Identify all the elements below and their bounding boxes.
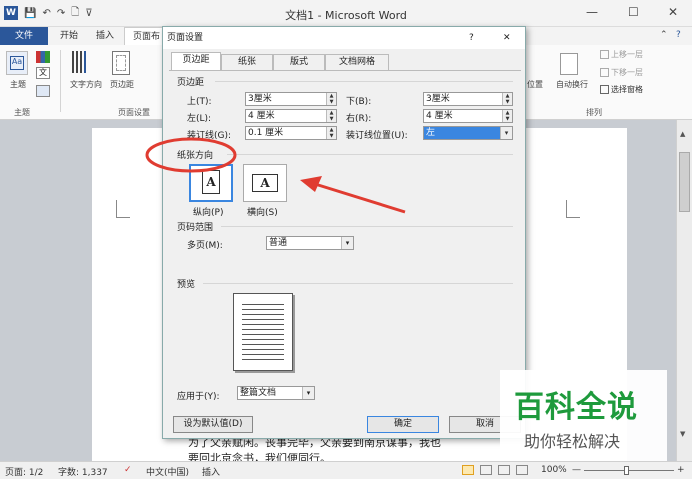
watermark-subtitle: 助你轻松解决 <box>524 432 621 451</box>
highlight-circle <box>145 137 237 173</box>
annotation-arrow-shaft <box>314 182 406 214</box>
watermark-logo: 百科全说 助你轻松解决 <box>500 370 667 461</box>
watermark-title: 百科全说 <box>514 390 638 425</box>
